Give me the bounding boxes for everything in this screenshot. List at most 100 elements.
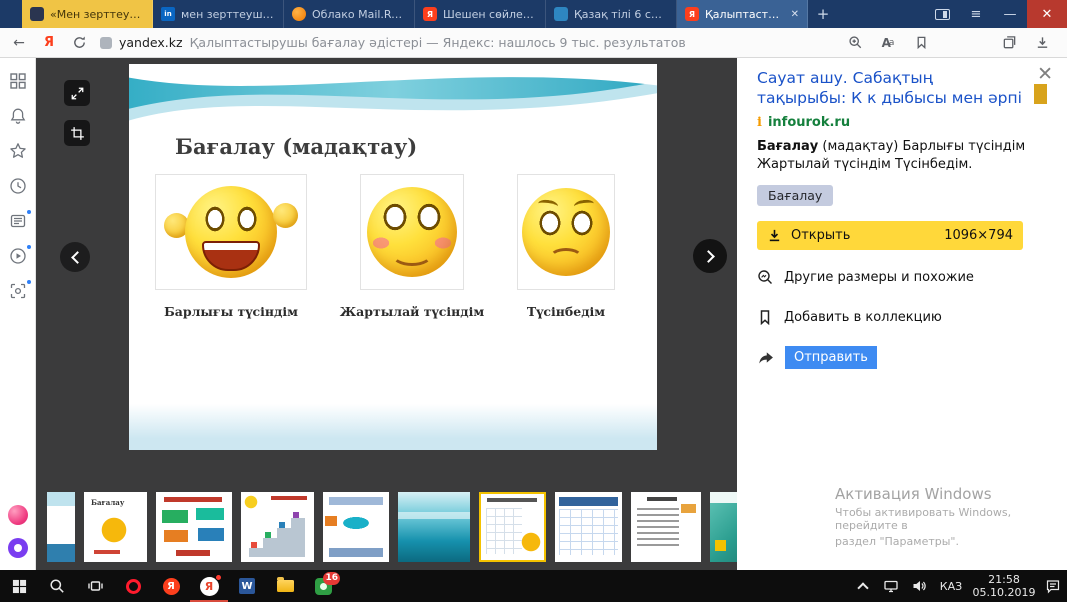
tab-favicon [30, 7, 44, 21]
language-indicator[interactable]: КАЗ [933, 580, 969, 593]
file-explorer-icon[interactable] [266, 570, 304, 602]
smiley-column: Түсінбедім [517, 174, 615, 319]
favorites-star-icon[interactable] [9, 142, 27, 160]
messenger-icon[interactable] [8, 505, 28, 525]
source-row: і infourok.ru [757, 115, 1047, 130]
tab-kazak-tili[interactable]: Қазақ тілі 6 сынып. [546, 0, 677, 28]
close-window-icon[interactable]: ✕ [1027, 0, 1067, 28]
yandex-app-icon[interactable]: Я [152, 570, 190, 602]
alice-assistant-icon[interactable] [8, 538, 28, 558]
thumbnail-7-active[interactable] [479, 492, 546, 562]
yandex-logo: Я [163, 578, 180, 595]
refresh-icon[interactable] [70, 35, 88, 50]
panel-rect-icon [935, 9, 950, 20]
screenshot-capture-icon[interactable] [9, 282, 27, 300]
minimize-icon[interactable]: — [993, 0, 1027, 28]
tab-label: мен зерттеушимин [181, 8, 275, 21]
thumbnail-1[interactable] [47, 492, 75, 562]
thumbnail-10[interactable] [710, 492, 737, 562]
tab-label: «Мен зерттеушімін» [50, 8, 144, 21]
video-play-icon[interactable] [9, 247, 27, 265]
tab-men-zertteushimin[interactable]: «Мен зерттеушімін» [22, 0, 153, 28]
smiley-blush-face [367, 187, 457, 277]
thumbnail-2[interactable]: Бағалау [84, 492, 147, 562]
send-button[interactable]: Отправить [785, 346, 877, 369]
chevron-left-icon [71, 251, 84, 264]
smiley-eyebrow [537, 199, 558, 212]
thumbnail-strip: Бағалау [47, 492, 737, 562]
smiley-row: Барлығы түсіндім Жартылай түсіндім [129, 174, 657, 319]
thumbnail-8[interactable] [555, 492, 622, 562]
related-tag-chip[interactable]: Бағалау [757, 185, 833, 206]
smiley-label: Түсінбедім [527, 304, 605, 319]
thumbnail-6[interactable] [398, 492, 470, 562]
slide-image[interactable]: Бағалау (мадақтау) Барлығы түсіндім Жарт… [129, 64, 657, 450]
crop-button[interactable] [64, 120, 90, 146]
translate-icon[interactable]: Aа [879, 36, 897, 50]
task-view-icon[interactable] [76, 570, 114, 602]
smiley-happy-face [185, 186, 277, 278]
action-center-icon[interactable] [1039, 570, 1067, 602]
yandex-browser-icon[interactable]: Я [190, 570, 228, 602]
expand-fullscreen-button[interactable] [64, 80, 90, 106]
bookmark-icon[interactable] [912, 35, 930, 50]
browser-sidebar [0, 58, 36, 570]
doc-favicon [554, 7, 568, 21]
messenger-app-icon[interactable]: 16 [304, 570, 342, 602]
browser-window: «Мен зерттеушімін» in мен зерттеушимин О… [0, 0, 1067, 602]
prev-image-button[interactable] [60, 242, 90, 272]
tab-mailru-cloud[interactable]: Облако Mail.Ru - об [284, 0, 415, 28]
image-size: 1096×794 [944, 228, 1013, 243]
collections-icon[interactable] [1000, 35, 1018, 50]
thumbnail-9[interactable] [631, 492, 701, 562]
source-site-link[interactable]: infourok.ru [768, 115, 850, 130]
tray-expand-icon[interactable] [849, 570, 877, 602]
url-domain: yandex.kz [119, 35, 183, 50]
yandex-home-icon[interactable]: Я [40, 35, 58, 50]
next-image-button[interactable] [693, 239, 727, 273]
notification-dot [26, 279, 32, 285]
smiley-label: Жартылай түсіндім [340, 304, 485, 319]
url-box[interactable]: yandex.kz Қалыптастырушы бағалау әдістер… [100, 35, 834, 50]
downloads-icon[interactable] [1033, 35, 1051, 50]
page-zoom-icon[interactable] [846, 35, 864, 50]
notifications-bell-icon[interactable] [9, 107, 27, 125]
open-image-button[interactable]: Открыть 1096×794 [757, 221, 1023, 250]
network-icon[interactable] [877, 570, 905, 602]
add-to-collection-row[interactable]: Добавить в коллекцию [757, 304, 1047, 330]
similar-sizes-label[interactable]: Другие размеры и похожие [784, 270, 974, 285]
tab-linkedin[interactable]: in мен зерттеушимин [153, 0, 284, 28]
side-panel-icon[interactable] [925, 0, 959, 28]
clock[interactable]: 21:58 05.10.2019 [969, 573, 1039, 599]
tab-label: Облако Mail.Ru - об [312, 8, 406, 21]
word-icon[interactable]: W [228, 570, 266, 602]
smiley-sad-face [522, 188, 610, 276]
add-to-collection-label[interactable]: Добавить в коллекцию [784, 310, 942, 325]
start-button[interactable] [0, 570, 38, 602]
history-clock-icon[interactable] [9, 177, 27, 195]
thumbnail-4[interactable] [241, 492, 314, 562]
feed-panel-icon[interactable] [9, 212, 27, 230]
taskbar-search-icon[interactable] [38, 570, 76, 602]
thumbnail-3[interactable] [156, 492, 232, 562]
tab-sheshen-soyleu[interactable]: Я Шешен сөйлеудің қ [415, 0, 546, 28]
open-label: Открыть [791, 228, 850, 243]
yandex-favicon: Я [423, 7, 437, 21]
tab-close-icon[interactable]: ✕ [789, 9, 799, 20]
back-icon[interactable]: ← [10, 35, 28, 51]
similar-sizes-row[interactable]: Другие размеры и похожие [757, 264, 1047, 290]
tab-kalyptastyrushy-active[interactable]: Я Қалыптастырушы ✕ [677, 0, 808, 28]
new-tab-button[interactable]: + [808, 0, 838, 28]
result-title-link[interactable]: Сауат ашу. Сабақтың тақырыбы: К к дыбысы… [757, 68, 1025, 108]
notification-dot [215, 574, 222, 581]
apps-grid-icon[interactable] [9, 72, 27, 90]
volume-icon[interactable] [905, 570, 933, 602]
description-bold: Бағалау [757, 139, 818, 154]
opera-icon[interactable] [114, 570, 152, 602]
thumbnail-5[interactable] [323, 492, 389, 562]
image-description: Бағалау (мадақтау) Барлығы түсіндім Жарт… [757, 138, 1039, 174]
share-row[interactable]: Отправить [757, 344, 1047, 370]
image-viewer-overlay: Бағалау (мадақтау) Барлығы түсіндім Жарт… [36, 58, 737, 570]
menu-icon[interactable]: ≡ [959, 0, 993, 28]
smiley-happy-image [155, 174, 307, 290]
